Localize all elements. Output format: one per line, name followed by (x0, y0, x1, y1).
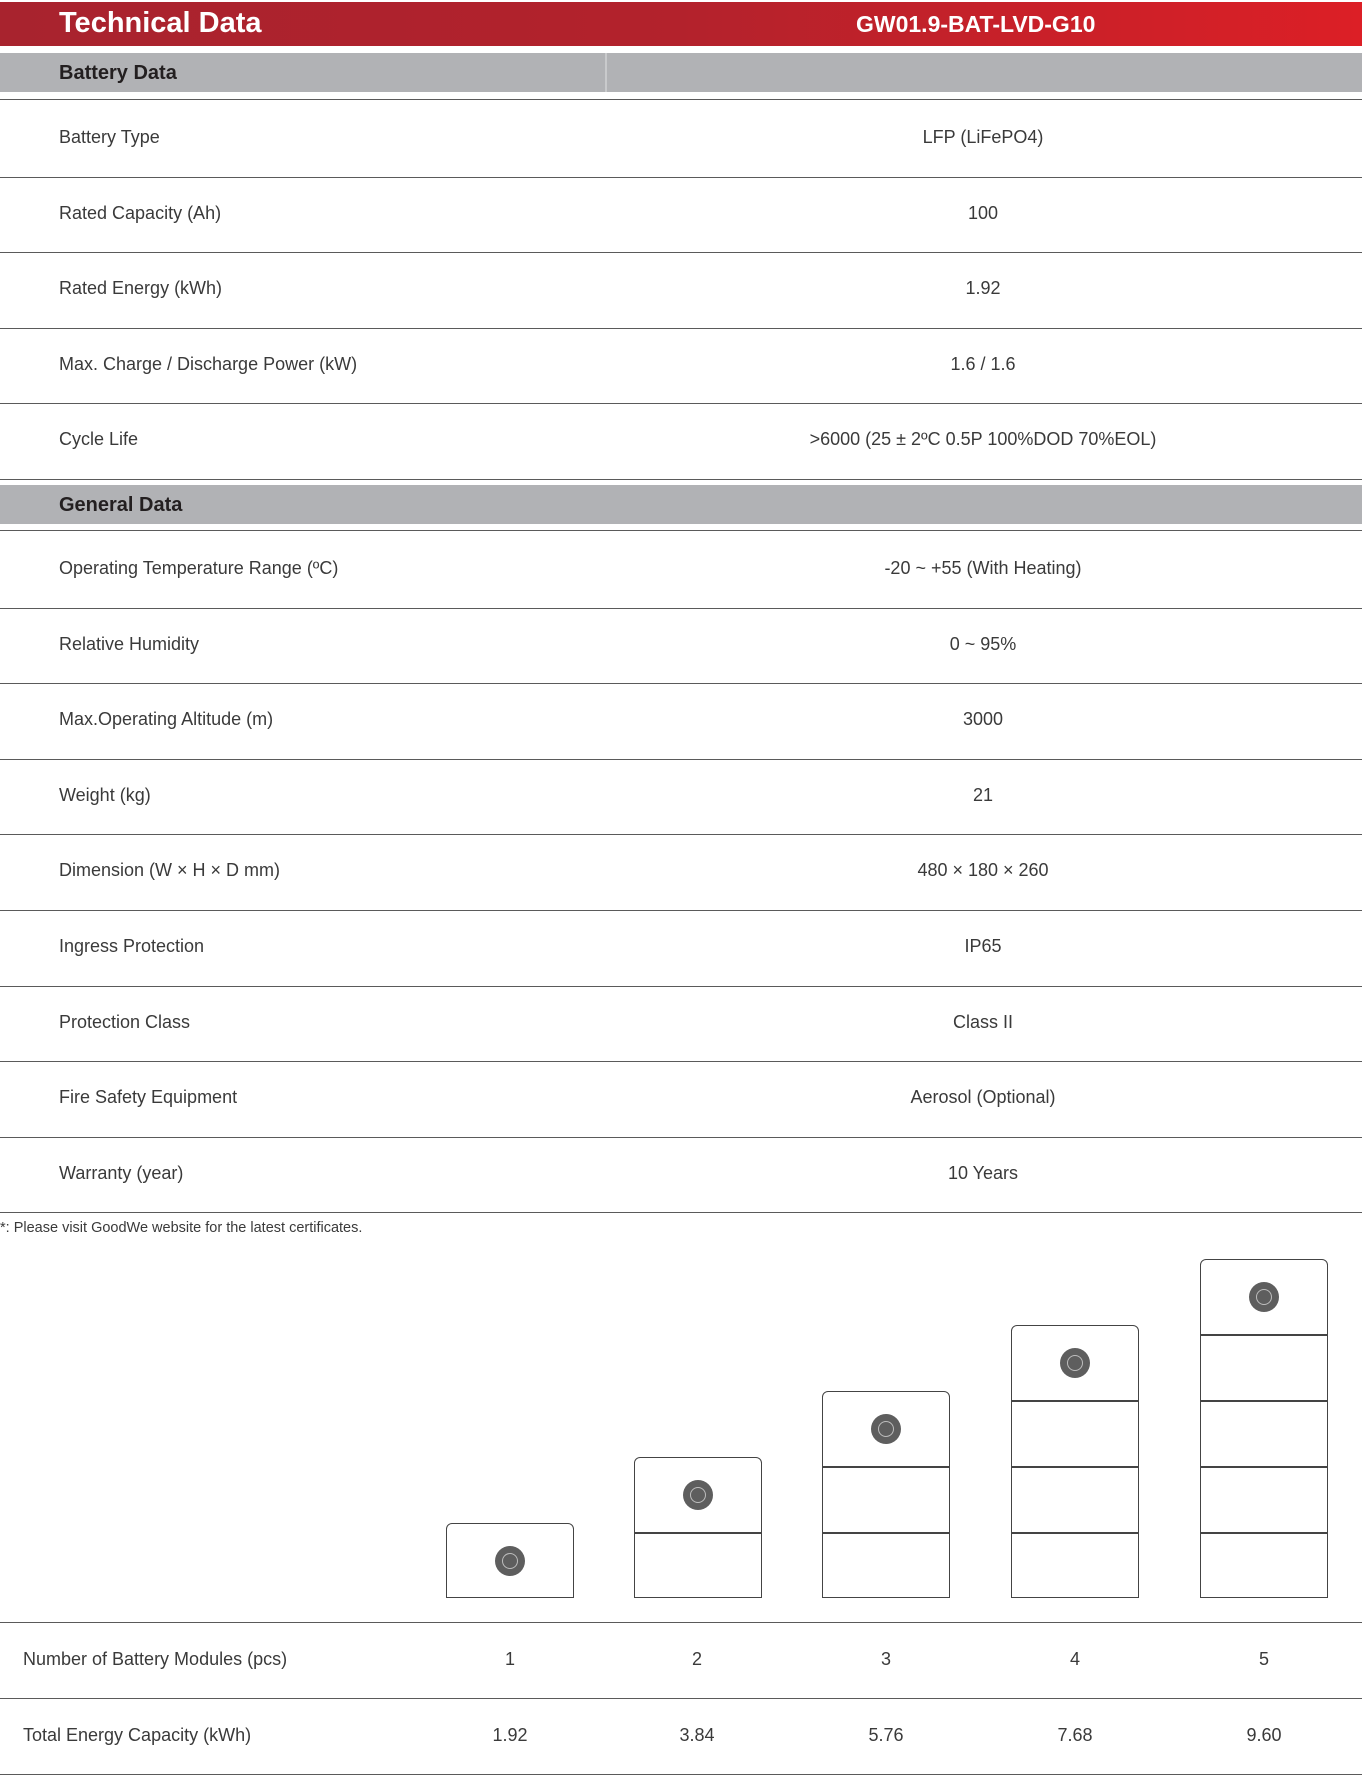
stack-cell: 9.60 (1246, 1725, 1282, 1745)
spec-label: Battery Type (59, 127, 160, 147)
page-title: Technical Data (59, 7, 262, 39)
battery-stack-3 (822, 1391, 950, 1598)
spec-value: Aerosol (Optional) (910, 1087, 1056, 1108)
stack-row-energy: Total Energy Capacity (kWh) 1.92 3.84 5.76 7… (0, 1699, 1362, 1774)
module-divider (1012, 1400, 1138, 1402)
spec-row: Weight (kg) 21 (0, 759, 1362, 834)
stack-cell: 5 (1258, 1649, 1269, 1669)
spec-label: Ingress Protection (59, 936, 205, 956)
stack-label: Total Energy Capacity (kWh) (23, 1725, 252, 1745)
spec-row: Rated Energy (kWh) 1.92 (0, 252, 1362, 327)
spec-value: 1.92 (965, 278, 1001, 298)
module-divider (1012, 1466, 1138, 1468)
spec-value: 480 × 180 × 260 (917, 860, 1049, 881)
spec-row: Battery Type LFP (LiFePO4) (0, 101, 1362, 176)
spec-row: Max. Charge / Discharge Power (kW) 1.6 / … (0, 328, 1362, 403)
spec-label: Cycle Life (59, 429, 139, 449)
spec-label: Weight (kg) (59, 784, 151, 805)
stack-cell: 7.68 (1057, 1725, 1093, 1745)
spec-label: Rated Energy (kWh) (59, 278, 223, 298)
spec-label: Dimension (W × H × D mm) (59, 860, 281, 881)
module-divider (1201, 1334, 1327, 1336)
spec-row: Cycle Life >6000 (25 ± 2ºC 0.5P 100%DOD 7… (0, 403, 1362, 478)
battery-logo-icon (1060, 1348, 1090, 1378)
stack-cell: 2 (691, 1649, 702, 1669)
row-divider (0, 1212, 1362, 1214)
spec-label: Fire Safety Equipment (59, 1087, 238, 1108)
spec-row: Warranty (year) 10 Years (0, 1137, 1362, 1212)
spec-row: Max.Operating Altitude (m) 3000 (0, 683, 1362, 758)
stack-cell: 5.76 (868, 1725, 904, 1745)
module-divider (823, 1466, 949, 1468)
spec-value: 1.6 / 1.6 (950, 353, 1016, 374)
model-name: GW01.9-BAT-LVD-G10 (856, 11, 1096, 37)
stack-cell: 3 (880, 1649, 891, 1669)
row-divider (0, 99, 1362, 100)
spec-value: 3000 (962, 709, 1004, 730)
spec-row: Relative Humidity 0 ~ 95% (0, 608, 1362, 683)
spec-value: >6000 (25 ± 2ºC 0.5P 100%DOD 70%EOL) (809, 429, 1157, 449)
spec-value: 0 ~ 95% (949, 633, 1017, 654)
spec-value: LFP (LiFePO4) (922, 127, 1044, 147)
spec-label: Max.Operating Altitude (m) (59, 709, 274, 730)
header-bar: Technical Data GW01.9-BAT-LVD-G10 (0, 2, 1362, 46)
section-title-general: General Data (59, 494, 183, 516)
spec-value: 21 (972, 784, 994, 805)
stack-cell: 4 (1069, 1649, 1080, 1669)
battery-logo-icon (495, 1546, 525, 1576)
spec-row: Protection Class Class II (0, 986, 1362, 1061)
spec-row: Operating Temperature Range (ºC) -20 ~ +5… (0, 532, 1362, 607)
spec-label: Rated Capacity (Ah) (59, 202, 222, 223)
spec-label: Protection Class (59, 1011, 191, 1032)
stack-label: Number of Battery Modules (pcs) (23, 1649, 288, 1669)
battery-stack-1 (446, 1523, 574, 1598)
battery-stack-2 (634, 1457, 762, 1598)
module-divider (1012, 1532, 1138, 1534)
spec-row: Ingress Protection IP65 (0, 910, 1362, 985)
spec-value: -20 ~ +55 (With Heating) (884, 558, 1082, 578)
stack-cell: 3.84 (679, 1725, 715, 1745)
spec-row: Rated Capacity (Ah) 100 (0, 177, 1362, 252)
module-divider (1201, 1400, 1327, 1402)
module-divider (635, 1532, 761, 1534)
section-header-general: General Data (0, 485, 1362, 524)
row-divider (0, 478, 1362, 480)
footnote: *: Please visit GoodWe website for the l… (0, 1220, 363, 1236)
module-divider (1201, 1466, 1327, 1468)
section-divider (605, 53, 607, 92)
stack-row-modules: Number of Battery Modules (pcs) 1 2 3 4 5 (0, 1623, 1362, 1698)
module-divider (1201, 1532, 1327, 1534)
spec-label: Operating Temperature Range (ºC) (59, 558, 339, 578)
spec-label: Warranty (year) (59, 1162, 184, 1183)
row-divider (0, 530, 1362, 531)
spec-label: Relative Humidity (59, 633, 200, 654)
stack-cell: 1 (504, 1649, 515, 1669)
spec-value: IP65 (964, 936, 1002, 956)
battery-logo-icon (1249, 1282, 1279, 1312)
stack-cell: 1.92 (492, 1725, 528, 1745)
spec-value: 100 (967, 202, 999, 223)
row-divider (0, 1774, 1362, 1775)
spec-label: Max. Charge / Discharge Power (kW) (59, 353, 358, 374)
spec-value: Class II (952, 1011, 1013, 1032)
battery-logo-icon (683, 1480, 713, 1510)
section-header-battery: Battery Data (0, 53, 1362, 92)
module-divider (823, 1532, 949, 1534)
spec-row: Dimension (W × H × D mm) 480 × 180 × 260 (0, 834, 1362, 909)
spec-value: 10 Years (947, 1162, 1019, 1183)
battery-stack-5 (1200, 1259, 1328, 1598)
spec-row: Fire Safety Equipment Aerosol (Optional) (0, 1061, 1362, 1136)
battery-logo-icon (871, 1414, 901, 1444)
section-title-battery: Battery Data (59, 62, 177, 84)
battery-stack-4 (1011, 1325, 1139, 1598)
